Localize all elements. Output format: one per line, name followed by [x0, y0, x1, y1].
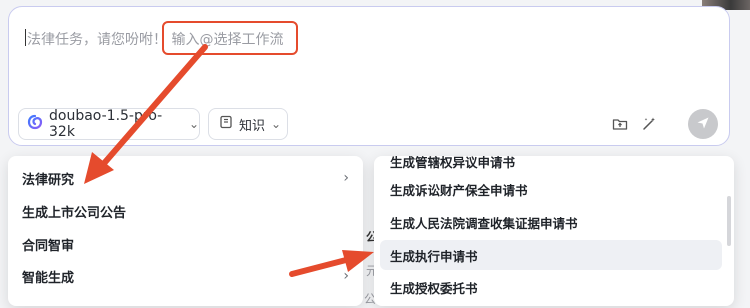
menu-item-label: 生成上市公司公告 [22, 205, 127, 221]
send-button[interactable] [688, 109, 718, 139]
menu-item-label: 智能生成 [22, 270, 75, 286]
doubao-logo-icon [27, 114, 43, 134]
knowledge-button-label: 知识 [239, 118, 266, 134]
submenu-item-label: 生成人民法院调查收集证据申请书 [390, 215, 578, 231]
submenu-item-label: 生成执行申请书 [390, 248, 478, 264]
menu-item-legal-research[interactable]: 法律研究 › [8, 162, 363, 194]
knowledge-button[interactable]: 知识 ⌄ [208, 108, 288, 140]
chevron-right-icon: › [343, 170, 349, 186]
chevron-down-icon: ⌄ [188, 117, 199, 131]
chevron-down-icon: ⌄ [271, 117, 282, 131]
menu-item-contract-review[interactable]: 合同智审 [8, 228, 363, 260]
model-select[interactable]: doubao-1.5-pro-32k ⌄ [18, 108, 200, 140]
magic-wand-icon[interactable] [638, 113, 660, 135]
send-icon [696, 115, 710, 134]
submenu-item-property-preservation[interactable]: 生成诉讼财产保全申请书 [380, 174, 722, 204]
model-select-label: doubao-1.5-pro-32k [49, 108, 163, 140]
submenu-item-label: 生成管辖权异议申请书 [390, 156, 516, 170]
submenu-item-enforcement-application[interactable]: 生成执行申请书 [380, 240, 722, 270]
menu-item-smart-generation[interactable]: 智能生成 › [8, 260, 363, 292]
submenu-item-power-of-attorney[interactable]: 生成授权委托书 [380, 272, 722, 302]
text-cursor [25, 29, 26, 46]
workflow-menu: 法律研究 › 生成上市公司公告 合同智审 智能生成 › [8, 156, 363, 306]
submenu-item-evidence-collection[interactable]: 生成人民法院调查收集证据申请书 [380, 207, 722, 237]
submenu-scrollbar[interactable] [727, 196, 731, 246]
smart-generation-submenu: 生成管辖权异议申请书 生成诉讼财产保全申请书 生成人民法院调查收集证据申请书 生… [374, 156, 734, 306]
menu-item-label: 法律研究 [22, 172, 75, 188]
book-icon [219, 115, 233, 133]
menu-item-label: 合同智审 [22, 238, 75, 254]
submenu-item-label: 生成诉讼财产保全申请书 [390, 182, 528, 198]
submenu-item-jurisdiction-objection[interactable]: 生成管辖权异议申请书 [380, 156, 722, 176]
menu-item-listed-company-announcement[interactable]: 生成上市公司公告 [8, 195, 363, 227]
annotation-highlight-box [162, 21, 298, 55]
chevron-right-icon: › [343, 268, 349, 284]
upload-folder-icon[interactable] [609, 113, 631, 135]
submenu-item-label: 生成授权委托书 [390, 280, 478, 296]
